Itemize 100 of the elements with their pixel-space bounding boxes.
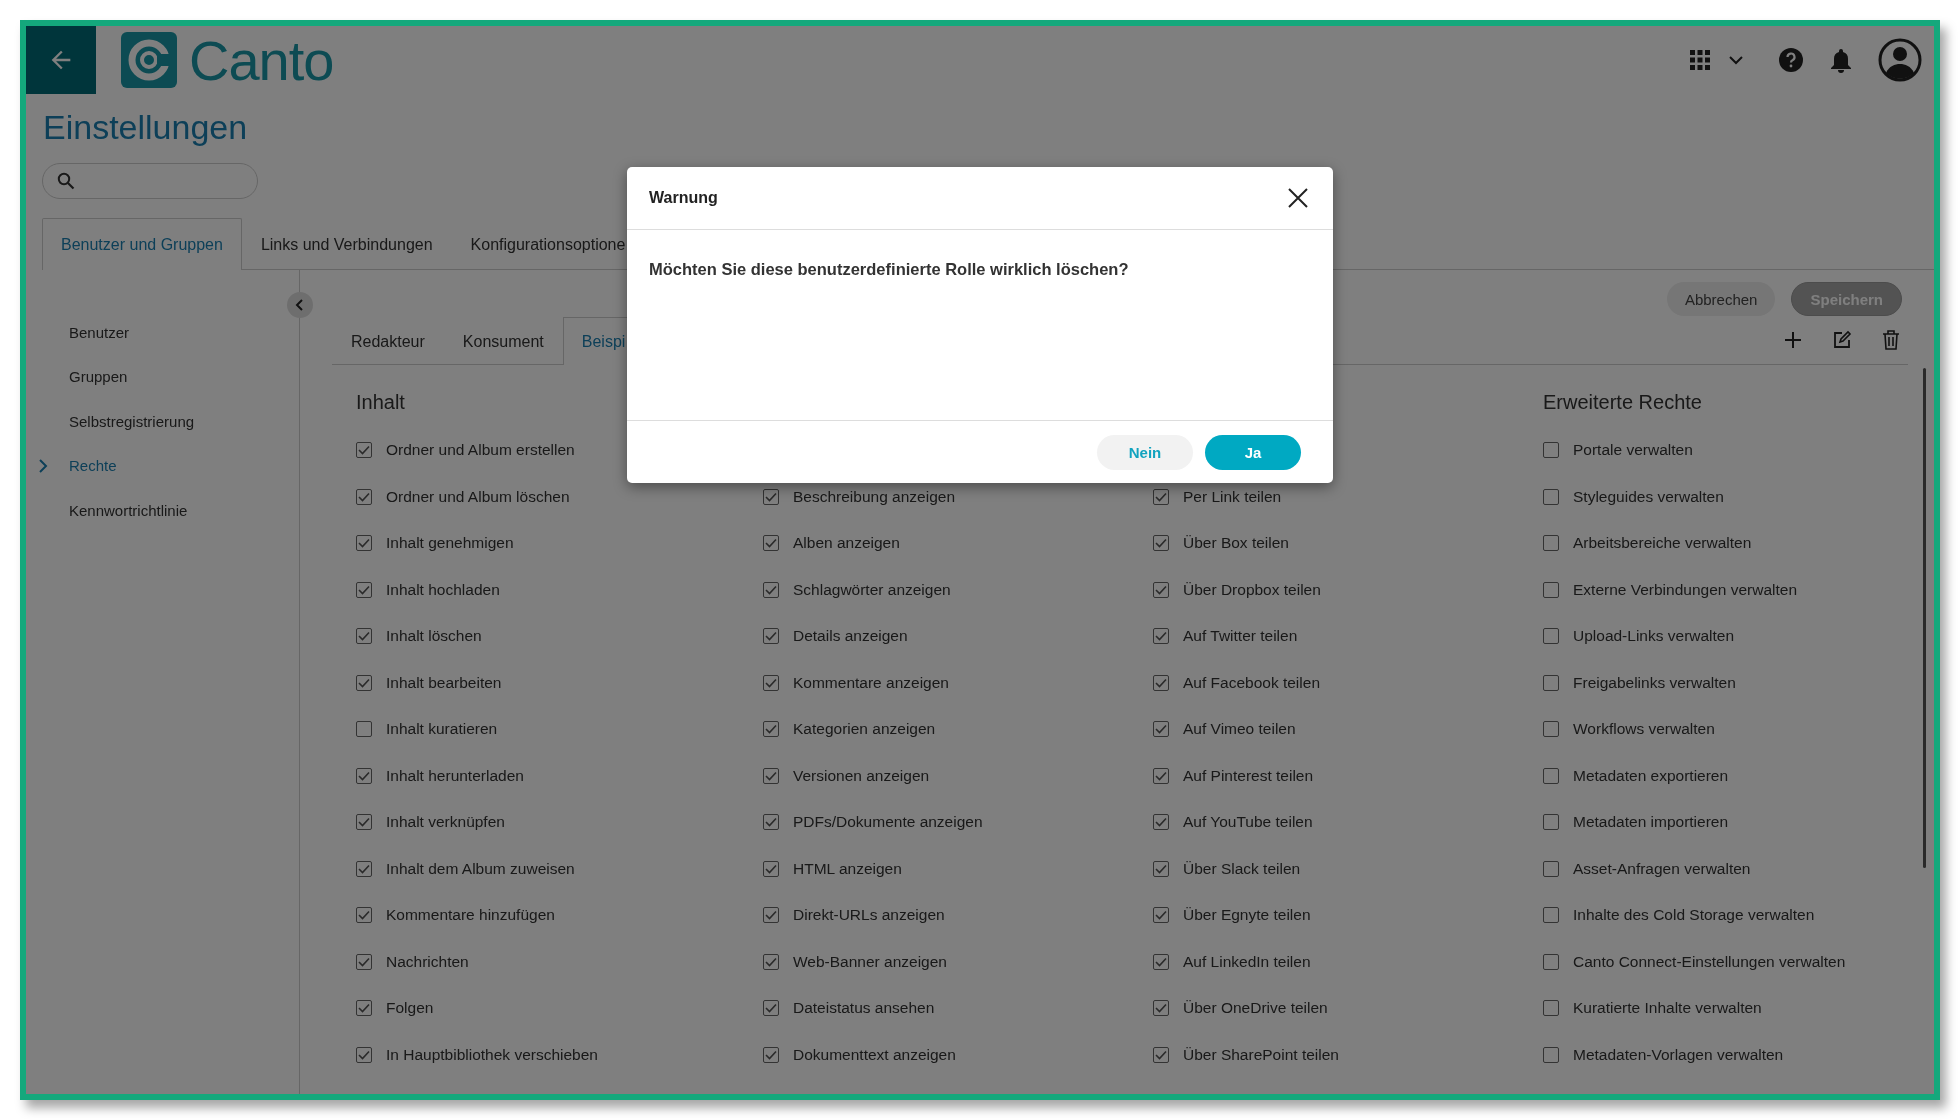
confirm-button[interactable]: Ja: [1205, 434, 1301, 470]
checkbox[interactable]: [356, 488, 372, 505]
checkbox[interactable]: [1543, 814, 1559, 831]
checkbox[interactable]: [763, 535, 779, 552]
checkbox-label: PDFs/Dokumente anzeigen: [793, 813, 983, 832]
section-heading: Erweiterte Rechte: [1543, 391, 1703, 415]
collapse-icon[interactable]: [287, 292, 313, 318]
checkbox[interactable]: [1543, 907, 1559, 924]
apps-grid-icon[interactable]: [1690, 50, 1710, 70]
sidebar-item[interactable]: Selbstregistrierung: [26, 399, 299, 444]
checkbox-label: Nachrichten: [386, 952, 469, 971]
sidebar-item[interactable]: Kennwortrichtlinie: [26, 488, 299, 533]
checkbox[interactable]: [1153, 628, 1169, 645]
checkbox[interactable]: [763, 860, 779, 877]
checkbox[interactable]: [1153, 535, 1169, 552]
search-field[interactable]: [42, 163, 258, 199]
checkbox[interactable]: [1543, 860, 1559, 877]
checkbox[interactable]: [1543, 581, 1559, 598]
checkbox[interactable]: [1543, 674, 1559, 691]
checkbox[interactable]: [1543, 1000, 1559, 1017]
checkbox-label: Details anzeigen: [793, 627, 908, 646]
checkbox[interactable]: [356, 628, 372, 645]
checkbox[interactable]: [763, 581, 779, 598]
sidebar-item[interactable]: Benutzer: [26, 310, 299, 355]
checkbox[interactable]: [356, 953, 372, 970]
checkbox[interactable]: [1153, 1046, 1169, 1063]
checkbox[interactable]: [763, 814, 779, 831]
logo-text: Canto: [189, 27, 334, 93]
trash-icon[interactable]: [1882, 330, 1900, 350]
checkbox-label: Über Box teilen: [1183, 534, 1289, 553]
checkbox[interactable]: [356, 1046, 372, 1063]
checkbox[interactable]: [356, 721, 372, 738]
help-icon[interactable]: [1778, 47, 1804, 73]
section-heading: Inhalt: [356, 391, 406, 415]
checkbox-label: In Hauptbibliothek verschieben: [386, 1045, 598, 1064]
checkbox[interactable]: [1543, 628, 1559, 645]
checkbox[interactable]: [356, 535, 372, 552]
checkbox[interactable]: [1543, 767, 1559, 784]
checkbox-label: Arbeitsbereiche verwalten: [1573, 534, 1752, 553]
checkbox[interactable]: [1153, 907, 1169, 924]
checkbox-label: Alben anzeigen: [793, 534, 900, 553]
checkbox[interactable]: [356, 814, 372, 831]
checkbox[interactable]: [1543, 953, 1559, 970]
checkbox[interactable]: [1153, 581, 1169, 598]
checkbox[interactable]: [356, 442, 372, 459]
checkbox[interactable]: [1153, 767, 1169, 784]
checkbox-label: Inhalt bearbeiten: [386, 673, 502, 692]
tab[interactable]: Benutzer und Gruppen: [42, 218, 242, 270]
checkbox[interactable]: [763, 907, 779, 924]
checkbox-label: Auf Facebook teilen: [1183, 673, 1320, 692]
edit-icon[interactable]: [1832, 330, 1852, 350]
checkbox-label: Upload-Links verwalten: [1573, 627, 1735, 646]
tab[interactable]: Links und Verbindungen: [241, 218, 452, 270]
checkbox[interactable]: [1153, 860, 1169, 877]
checkbox[interactable]: [1543, 488, 1559, 505]
checkbox[interactable]: [1153, 721, 1169, 738]
checkbox-label: Asset-Anfragen verwalten: [1573, 859, 1751, 878]
checkbox[interactable]: [356, 581, 372, 598]
checkbox[interactable]: [1153, 1000, 1169, 1017]
checkbox[interactable]: [1543, 535, 1559, 552]
checkbox[interactable]: [1153, 488, 1169, 505]
checkbox[interactable]: [763, 1000, 779, 1017]
checkbox[interactable]: [356, 767, 372, 784]
checkbox[interactable]: [356, 674, 372, 691]
close-button[interactable]: [1287, 187, 1309, 209]
checkbox-label: Inhalte des Cold Storage verwalten: [1573, 906, 1815, 925]
checkbox[interactable]: [763, 767, 779, 784]
checkbox[interactable]: [356, 1000, 372, 1017]
checkbox[interactable]: [356, 907, 372, 924]
checkbox[interactable]: [763, 721, 779, 738]
checkbox[interactable]: [763, 1046, 779, 1063]
tab[interactable]: Redakteur: [332, 317, 444, 365]
checkbox[interactable]: [763, 628, 779, 645]
bell-icon[interactable]: [1830, 47, 1852, 73]
checkbox-label: Kategorien anzeigen: [793, 720, 936, 739]
checkbox[interactable]: [1153, 953, 1169, 970]
tab[interactable]: Konfigurationsoptione: [451, 218, 645, 270]
cancel-button[interactable]: Nein: [1097, 434, 1193, 470]
checkbox[interactable]: [1543, 442, 1559, 459]
checkbox-label: Versionen anzeigen: [793, 766, 930, 785]
sidebar-item[interactable]: Rechte: [26, 443, 299, 488]
action-button[interactable]: Abbrechen: [1666, 282, 1776, 316]
checkbox[interactable]: [356, 860, 372, 877]
sidebar-item[interactable]: Gruppen: [26, 354, 299, 399]
plus-icon[interactable]: [1784, 331, 1802, 349]
checkbox-label: Direkt-URLs anzeigen: [793, 906, 945, 925]
checkbox-label: Portale verwalten: [1573, 441, 1693, 460]
checkbox-label: Auf Vimeo teilen: [1183, 720, 1296, 739]
checkbox[interactable]: [763, 953, 779, 970]
checkbox[interactable]: [1153, 814, 1169, 831]
chevron-down-icon[interactable]: [1728, 55, 1744, 65]
checkbox[interactable]: [1543, 1046, 1559, 1063]
tab[interactable]: Konsument: [443, 317, 563, 365]
checkbox-label: Inhalt dem Album zuweisen: [386, 859, 575, 878]
scrollbar[interactable]: [1923, 368, 1926, 868]
avatar-icon[interactable]: [1878, 38, 1922, 82]
checkbox[interactable]: [763, 488, 779, 505]
checkbox[interactable]: [763, 674, 779, 691]
checkbox[interactable]: [1153, 674, 1169, 691]
checkbox[interactable]: [1543, 721, 1559, 738]
